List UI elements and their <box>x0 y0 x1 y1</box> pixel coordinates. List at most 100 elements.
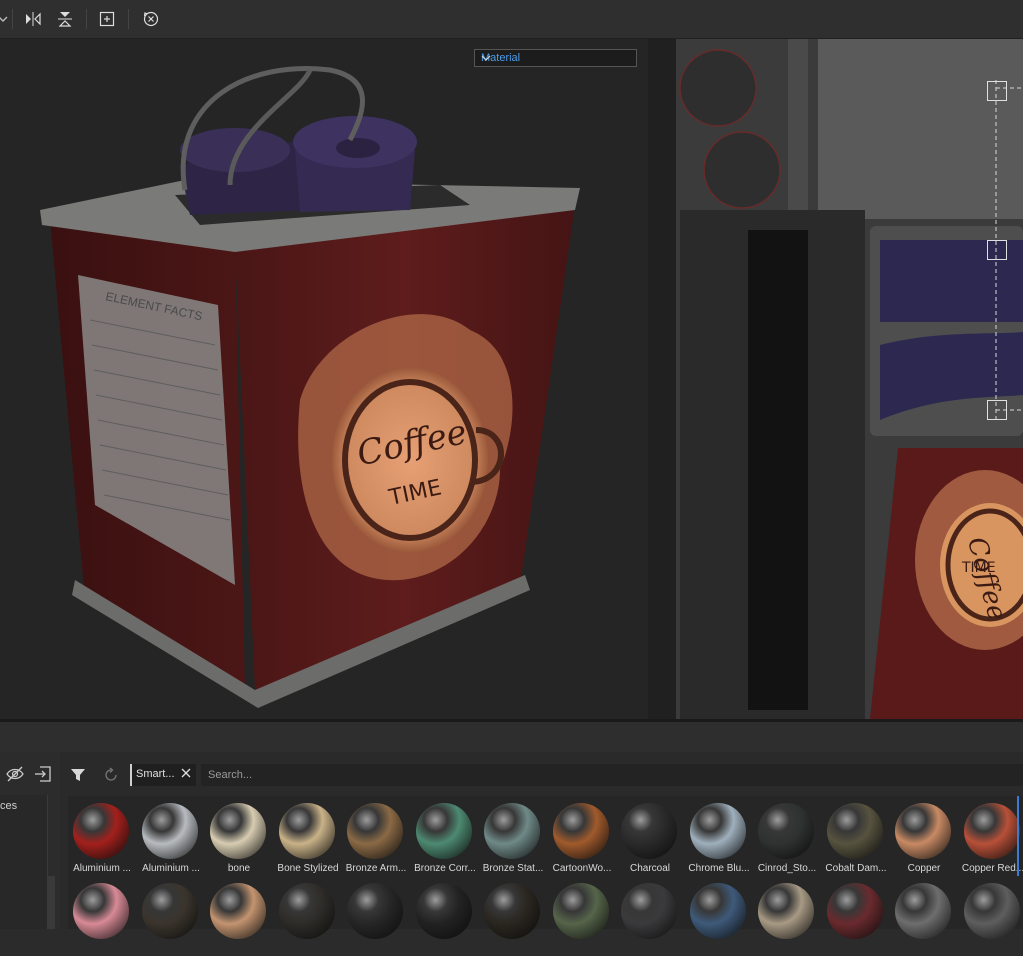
filter-tag[interactable]: Smart... <box>130 764 196 786</box>
material-label: Copper Red... <box>961 863 1023 874</box>
material-preview-sphere <box>142 883 198 939</box>
material-preview-sphere <box>279 803 335 859</box>
material-thumbnail[interactable] <box>616 876 682 956</box>
material-thumbnail[interactable]: Copper <box>890 796 956 876</box>
material-preview-sphere <box>690 883 746 939</box>
material-label: Bronze Corr... <box>414 863 476 874</box>
material-thumbnail[interactable] <box>205 876 271 956</box>
material-preview-sphere <box>621 883 677 939</box>
material-thumbnail[interactable]: Copper Red... <box>959 796 1023 876</box>
material-thumbnail[interactable] <box>890 876 956 956</box>
close-icon[interactable] <box>180 767 192 782</box>
frame-icon[interactable] <box>96 8 118 30</box>
material-preview-sphere <box>142 803 198 859</box>
material-label: Aluminium ... <box>142 863 200 874</box>
mirror-y-icon[interactable] <box>54 8 76 30</box>
material-label: Aluminium ... <box>73 863 131 874</box>
material-preview-sphere <box>73 803 129 859</box>
material-label: Chrome Blu... <box>688 863 750 874</box>
material-label: Bronze Arm... <box>345 863 407 874</box>
material-preview-sphere <box>827 803 883 859</box>
material-preview-sphere <box>484 883 540 939</box>
toolbar-separator <box>12 9 13 29</box>
material-preview-sphere <box>758 803 814 859</box>
material-thumbnail[interactable]: Charcoal <box>616 796 682 876</box>
material-preview-sphere <box>895 803 951 859</box>
material-preview-sphere <box>690 803 746 859</box>
material-thumbnail[interactable]: Bronze Arm... <box>342 796 408 876</box>
material-thumbnail[interactable]: Bronze Corr... <box>411 796 477 876</box>
material-preview-sphere <box>553 803 609 859</box>
material-preview-sphere <box>279 883 335 939</box>
toolbar-separator <box>86 9 87 29</box>
uv-texture-map: Coffee TIME <box>676 39 1023 719</box>
scrollbar[interactable] <box>47 876 55 929</box>
material-preview-sphere <box>347 883 403 939</box>
material-preview-sphere <box>964 883 1020 939</box>
shelf-category-list <box>0 795 48 929</box>
transform-handle[interactable] <box>987 240 1007 260</box>
material-label: Bronze Stat... <box>482 863 544 874</box>
material-preview-sphere <box>416 883 472 939</box>
material-label: CartoonWo... <box>552 863 612 874</box>
material-thumbnail[interactable] <box>959 876 1023 956</box>
3d-viewport[interactable]: ELEMENT FACTS Coffee TIME Material <box>0 39 648 719</box>
material-thumbnail[interactable] <box>479 876 545 956</box>
hide-icon[interactable] <box>6 766 24 786</box>
selection-edge <box>1017 796 1019 876</box>
material-thumbnail[interactable]: Chrome Blu... <box>685 796 751 876</box>
material-preview-sphere <box>347 803 403 859</box>
material-preview-sphere <box>210 883 266 939</box>
search-input[interactable] <box>201 764 1023 786</box>
material-thumbnail[interactable] <box>753 876 819 956</box>
material-thumbnail[interactable] <box>548 876 614 956</box>
material-thumbnail[interactable] <box>342 876 408 956</box>
chevron-down-icon <box>481 53 632 66</box>
mirror-x-icon[interactable] <box>22 8 44 30</box>
material-label: Cinrod_Sto... <box>757 863 817 874</box>
material-thumbnail[interactable]: CartoonWo... <box>548 796 614 876</box>
material-thumbnail[interactable]: Cobalt Dam... <box>822 796 888 876</box>
material-preview-sphere <box>210 803 266 859</box>
material-thumbnail[interactable] <box>274 876 340 956</box>
refresh-icon[interactable] <box>103 767 119 787</box>
material-thumbnail[interactable] <box>68 876 134 956</box>
material-label: Cobalt Dam... <box>825 863 887 874</box>
viewport-divider[interactable] <box>648 39 676 719</box>
material-preview-sphere <box>484 803 540 859</box>
material-preview-sphere <box>895 883 951 939</box>
2d-viewport[interactable]: Coffee TIME <box>676 39 1023 719</box>
uv-decal-line2: TIME <box>961 560 996 576</box>
reset-icon[interactable] <box>140 8 162 30</box>
material-thumbnail[interactable]: bone <box>205 796 271 876</box>
transform-handle[interactable] <box>987 81 1007 101</box>
filter-icon[interactable] <box>70 767 86 787</box>
material-preview-sphere <box>621 803 677 859</box>
material-thumbnail[interactable] <box>822 876 888 956</box>
material-thumbnail[interactable]: Aluminium ... <box>68 796 134 876</box>
material-preview-sphere <box>416 803 472 859</box>
filter-tag-label: Smart... <box>136 768 175 780</box>
viewport-toolbar <box>0 0 1023 39</box>
material-preview-sphere <box>553 883 609 939</box>
shelf-header <box>0 722 1023 752</box>
material-thumbnail[interactable]: Bronze Stat... <box>479 796 545 876</box>
material-thumbnail[interactable]: Aluminium ... <box>137 796 203 876</box>
material-thumbnail[interactable]: Bone Stylized <box>274 796 340 876</box>
import-icon[interactable] <box>34 765 52 787</box>
material-thumbnail[interactable] <box>685 876 751 956</box>
shelf-category-item[interactable]: ces <box>0 800 17 812</box>
channel-select[interactable]: Material <box>474 49 637 67</box>
transform-handle[interactable] <box>987 400 1007 420</box>
toolbar-separator <box>128 9 129 29</box>
material-label: Bone Stylized <box>277 863 339 874</box>
coffee-can-render: ELEMENT FACTS Coffee TIME <box>40 66 580 708</box>
material-preview-sphere <box>73 883 129 939</box>
material-thumbnail[interactable]: Cinrod_Sto... <box>753 796 819 876</box>
material-label: Charcoal <box>629 863 671 874</box>
material-preview-sphere <box>964 803 1020 859</box>
material-grid: Aluminium ... Aluminium ... bone Bone Styli… <box>68 796 1023 939</box>
material-label: bone <box>227 863 251 874</box>
material-thumbnail[interactable] <box>411 876 477 956</box>
material-thumbnail[interactable] <box>137 876 203 956</box>
